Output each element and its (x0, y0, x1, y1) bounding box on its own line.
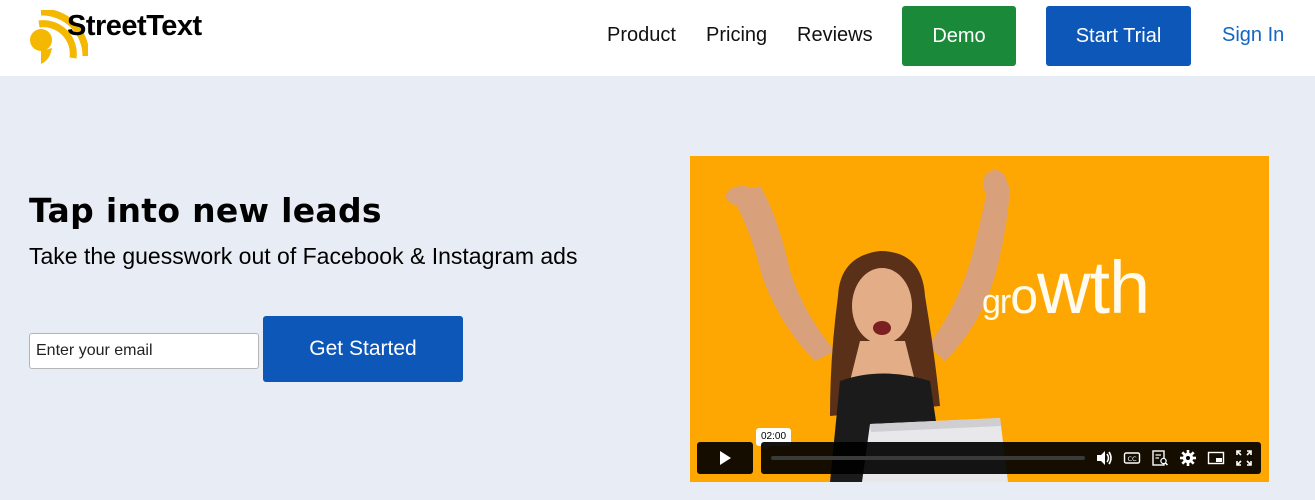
hero-title: Tap into new leads (29, 191, 382, 230)
email-input[interactable] (29, 333, 259, 369)
volume-icon (1097, 451, 1112, 465)
video-word-part-2: o (1010, 268, 1038, 324)
get-started-button[interactable]: Get Started (263, 316, 463, 382)
picture-in-picture-icon (1207, 451, 1225, 465)
fullscreen-icon (1236, 450, 1252, 466)
settings-button[interactable] (1179, 449, 1197, 467)
transcript-search-icon (1152, 450, 1169, 466)
video-controls-bar: CC (761, 442, 1261, 474)
demo-button[interactable]: Demo (902, 6, 1016, 66)
video-word-part-3: wth (1037, 246, 1150, 329)
volume-button[interactable] (1095, 449, 1113, 467)
captions-icon: CC (1123, 452, 1141, 464)
play-icon (720, 451, 731, 465)
hero-subtitle: Take the guesswork out of Facebook & Ins… (29, 243, 578, 269)
site-header: StreetText Product Pricing Reviews Demo … (0, 0, 1315, 76)
start-trial-button[interactable]: Start Trial (1046, 6, 1191, 66)
nav-reviews-link[interactable]: Reviews (797, 24, 873, 47)
play-button[interactable] (697, 442, 753, 474)
transcript-button[interactable] (1151, 449, 1169, 467)
svg-text:CC: CC (1127, 455, 1137, 463)
video-player[interactable]: growth 02:00 CC (690, 156, 1269, 482)
video-word-part-1: gr (982, 283, 1011, 321)
sign-in-link[interactable]: Sign In (1222, 24, 1284, 47)
captions-button[interactable]: CC (1123, 449, 1141, 467)
picture-in-picture-button[interactable] (1207, 449, 1225, 467)
gear-icon (1180, 450, 1196, 466)
progress-bar[interactable] (771, 456, 1085, 460)
nav-product-link[interactable]: Product (607, 24, 676, 47)
video-overlay-word: growth (982, 251, 1150, 325)
fullscreen-button[interactable] (1235, 449, 1253, 467)
nav-pricing-link[interactable]: Pricing (706, 24, 767, 47)
brand-name: StreetText (67, 10, 202, 42)
